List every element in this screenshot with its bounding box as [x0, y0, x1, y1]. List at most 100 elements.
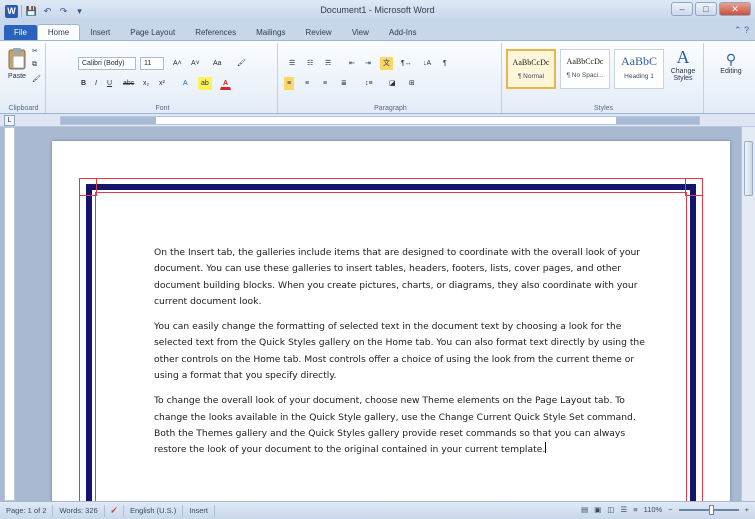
status-bar: Page: 1 of 2 Words: 326 ✔̸ English (U.S.… [0, 501, 755, 519]
style-no-spacing[interactable]: AaBbCcDc ¶ No Spaci... [560, 49, 610, 89]
underline-button[interactable]: U [104, 77, 115, 90]
font-group-label: Font [155, 105, 170, 112]
font-group: Calibri (Body) 11 A˄ A˅ Aa 🖌 B I U abc x… [48, 43, 278, 113]
tab-selector-button[interactable]: L [4, 115, 15, 126]
word-count[interactable]: Words: 326 [53, 504, 105, 517]
tab-home[interactable]: Home [36, 24, 81, 40]
scrollbar-thumb[interactable] [744, 141, 753, 196]
paragraph-text: To change the overall look of your docum… [154, 395, 636, 456]
highlight-button[interactable]: ab [198, 77, 212, 90]
style-heading-1[interactable]: AaBbC Heading 1 [614, 49, 664, 89]
full-screen-view-icon[interactable]: ▣ [594, 505, 601, 514]
asian-layout-icon[interactable]: 文 [380, 57, 393, 70]
draft-view-icon[interactable]: ≡ [633, 505, 637, 514]
tab-mailings[interactable]: Mailings [246, 25, 295, 40]
multilevel-list-icon[interactable]: ☴ [322, 57, 334, 70]
style-name: ¶ No Spaci... [566, 72, 604, 79]
tab-page-layout[interactable]: Page Layout [120, 25, 185, 40]
border-corner-ornament [685, 178, 703, 196]
increase-indent-icon[interactable]: ⇥ [362, 57, 374, 70]
editing-label: Editing [720, 68, 742, 75]
align-right-icon[interactable]: ≡ [320, 77, 330, 90]
format-painter-icon[interactable]: 🖌 [32, 75, 41, 83]
shrink-font-button[interactable]: A˅ [188, 57, 203, 70]
styles-group: AaBbCcDc ¶ Normal AaBbCcDc ¶ No Spaci...… [504, 43, 704, 113]
text-effects-icon[interactable]: A [180, 77, 191, 90]
close-button[interactable]: ✕ [719, 2, 751, 16]
zoom-level[interactable]: 110% [644, 505, 663, 514]
grow-font-button[interactable]: A˄ [170, 57, 185, 70]
document-body[interactable]: On the Insert tab, the galleries include… [154, 245, 654, 468]
paragraph-group: ☰ ☷ ☴ ⇤ ⇥ 文 ¶↔ ↓A ¶ ≡ ≡ ≡ ≣ ↕≡ ◪ ⊞ Parag… [280, 43, 502, 113]
strikethrough-button[interactable]: abc [120, 77, 137, 90]
paragraph: On the Insert tab, the galleries include… [154, 247, 641, 307]
document-workspace: On the Insert tab, the galleries include… [0, 127, 755, 519]
vertical-scrollbar[interactable] [741, 127, 755, 501]
line-spacing-icon[interactable]: ↕≡ [362, 77, 376, 90]
zoom-slider[interactable] [678, 504, 739, 515]
title-bar: W 💾 ↶ ↷ ▾ Document1 - Microsoft Word – □… [0, 0, 755, 22]
ribbon-tabs: File Home Insert Page Layout References … [0, 22, 755, 40]
document-page[interactable]: On the Insert tab, the galleries include… [52, 141, 730, 519]
paste-button[interactable]: Paste [6, 47, 28, 81]
italic-button[interactable]: I [92, 77, 100, 90]
style-sample: AaBbC [621, 54, 657, 68]
tab-insert[interactable]: Insert [80, 25, 120, 40]
zoom-slider-knob[interactable] [708, 504, 714, 515]
tab-view[interactable]: View [342, 25, 379, 40]
zoom-out-button[interactable]: − [668, 505, 672, 514]
font-size-combo[interactable]: 11 [140, 57, 164, 70]
help-icon[interactable]: ⌃ ? [734, 25, 749, 36]
insert-mode[interactable]: Insert [183, 504, 215, 517]
justify-icon[interactable]: ≣ [338, 77, 350, 90]
superscript-button[interactable]: x² [156, 77, 168, 90]
proofing-icon[interactable]: ✔̸ [105, 504, 124, 517]
shading-icon[interactable]: ◪ [386, 77, 399, 90]
zoom-in-button[interactable]: + [745, 505, 749, 514]
show-formatting-icon[interactable]: ¶ [440, 57, 450, 70]
tab-review[interactable]: Review [295, 25, 341, 40]
paragraph: You can easily change the formatting of … [154, 321, 645, 382]
style-normal[interactable]: AaBbCcDc ¶ Normal [506, 49, 556, 89]
align-left-icon[interactable]: ≡ [284, 77, 295, 90]
horizontal-ruler: L [0, 114, 755, 127]
editing-button[interactable]: ⚲ Editing [714, 51, 748, 75]
numbering-icon[interactable]: ☷ [304, 57, 316, 70]
change-case-button[interactable]: Aa [210, 57, 225, 70]
maximize-button[interactable]: □ [695, 2, 717, 16]
font-color-button[interactable]: A [220, 77, 232, 90]
styles-group-label: Styles [593, 105, 614, 112]
paragraph-last: To change the overall look of your docum… [154, 393, 654, 458]
text-direction-icon[interactable]: ¶↔ [398, 57, 415, 70]
clear-formatting-button[interactable]: 🖌 [234, 57, 249, 70]
subscript-button[interactable]: x₂ [140, 77, 152, 90]
font-name-combo[interactable]: Calibri (Body) [78, 57, 136, 70]
bold-button[interactable]: B [78, 77, 89, 90]
change-styles-button[interactable]: A Change Styles [666, 47, 700, 82]
clipboard-label: Clipboard [8, 105, 39, 112]
paste-icon [8, 48, 26, 70]
paragraph-group-label: Paragraph [374, 105, 407, 112]
tab-references[interactable]: References [185, 25, 246, 40]
outline-view-icon[interactable]: ☰ [620, 505, 627, 514]
language-status[interactable]: English (U.S.) [124, 504, 184, 517]
style-name: Heading 1 [624, 73, 654, 80]
text-cursor [545, 442, 547, 454]
decrease-indent-icon[interactable]: ⇤ [346, 57, 358, 70]
cut-icon[interactable]: ✂ [32, 47, 38, 55]
tab-add-ins[interactable]: Add-Ins [379, 25, 427, 40]
tab-file[interactable]: File [4, 25, 37, 40]
ruler-strip[interactable] [60, 116, 700, 125]
align-center-icon[interactable]: ≡ [302, 77, 312, 90]
page-count[interactable]: Page: 1 of 2 [0, 504, 54, 517]
web-layout-view-icon[interactable]: ◫ [607, 505, 614, 514]
change-styles-icon: A [676, 47, 690, 67]
ribbon: Paste ✂ ⧉ 🖌 Clipboard Calibri (Body) 11 … [0, 40, 755, 114]
copy-icon[interactable]: ⧉ [32, 61, 37, 69]
print-layout-view-icon[interactable]: ▤ [581, 505, 588, 514]
bullets-icon[interactable]: ☰ [286, 57, 298, 70]
minimize-button[interactable]: – [671, 2, 693, 16]
borders-icon[interactable]: ⊞ [406, 77, 418, 90]
border-corner-ornament [79, 178, 97, 196]
sort-icon[interactable]: ↓A [420, 57, 434, 70]
